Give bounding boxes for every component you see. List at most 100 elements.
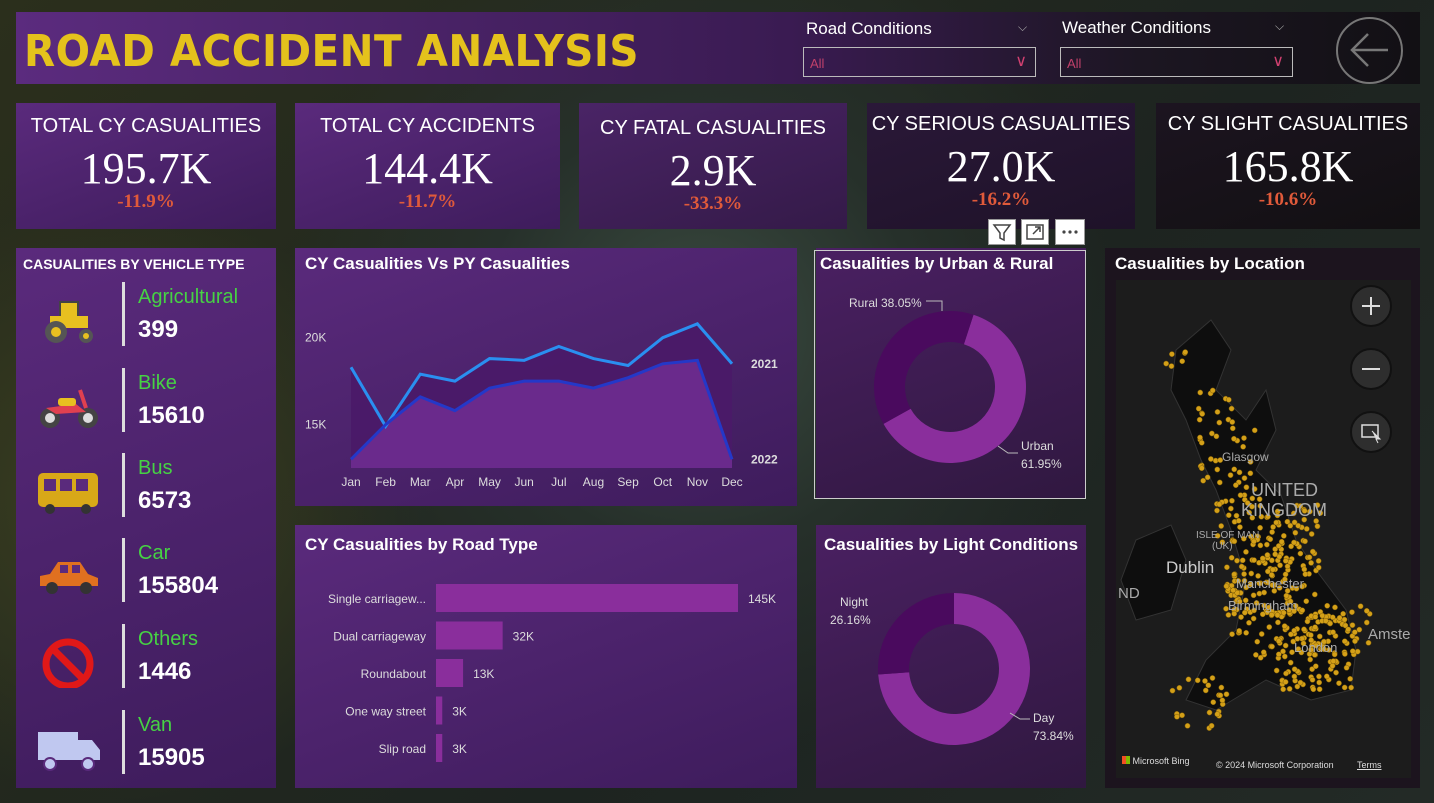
- location-point: [1292, 529, 1299, 536]
- location-point: [1169, 687, 1176, 694]
- select-area-button[interactable]: [1350, 411, 1392, 453]
- location-point: [1291, 627, 1298, 634]
- back-button[interactable]: [1336, 17, 1403, 84]
- location-point: [1225, 512, 1232, 519]
- location-point: [1297, 679, 1304, 686]
- location-point: [1176, 684, 1183, 691]
- location-map[interactable]: UNITED KINGDOM Dublin Manchester Birming…: [1116, 280, 1411, 778]
- location-point: [1291, 539, 1297, 546]
- location-point: [1277, 562, 1283, 569]
- location-point: [1218, 523, 1225, 529]
- location-point: [1282, 558, 1289, 564]
- zoom-out-button[interactable]: [1350, 348, 1392, 390]
- chevron-down-icon[interactable]: ⌵: [1018, 20, 1027, 35]
- x-tick-label: Jun: [515, 475, 534, 489]
- slice-rural: [874, 311, 974, 424]
- bar: [436, 621, 503, 650]
- focus-mode-icon[interactable]: [1021, 219, 1049, 245]
- bar: [436, 584, 738, 612]
- kpi-title: TOTAL CY ACCIDENTS: [320, 115, 535, 137]
- location-point: [1349, 609, 1355, 615]
- location-point: [1266, 624, 1273, 630]
- location-point: [1208, 456, 1214, 462]
- road-conditions-dropdown[interactable]: All ∨: [803, 47, 1036, 77]
- zoom-in-button[interactable]: [1350, 285, 1392, 327]
- location-point: [1316, 679, 1323, 686]
- data-label: 32K: [513, 630, 534, 644]
- location-point: [1216, 501, 1223, 508]
- category-label: Roundabout: [361, 667, 427, 681]
- road-type-chart[interactable]: Single carriagew... 145K Dual carriageway 3…: [295, 525, 797, 788]
- chevron-down-icon[interactable]: ⌵: [1275, 19, 1284, 34]
- location-point: [1231, 435, 1237, 442]
- location-point: [1243, 484, 1250, 491]
- vehicle-panel-title: CASUALITIES BY VEHICLE TYPE: [23, 256, 245, 272]
- kpi-delta: -10.6%: [1258, 189, 1318, 210]
- location-point: [1301, 626, 1307, 633]
- location-point: [1280, 533, 1287, 539]
- urban-rural-donut[interactable]: Rural 38.05% Urban 61.95%: [816, 248, 1086, 498]
- more-options-icon[interactable]: [1055, 219, 1085, 245]
- location-point: [1310, 686, 1317, 693]
- location-point: [1333, 669, 1339, 676]
- slice-night: [878, 593, 954, 675]
- night-label: Night: [840, 595, 869, 609]
- kpi-title: CY SLIGHT CASUALITIES: [1167, 113, 1409, 135]
- location-point: [1231, 466, 1238, 473]
- location-point: [1195, 405, 1202, 412]
- location-point: [1169, 351, 1175, 357]
- location-point: [1254, 638, 1261, 645]
- location-point: [1308, 560, 1314, 566]
- x-tick-label: Aug: [583, 475, 604, 489]
- trend-chart[interactable]: 15K 20K Jan Feb Mar Apr May Jun Jul Aug Sep Oct Nov D…: [295, 248, 797, 506]
- bing-logo: Microsoft Bing: [1122, 756, 1190, 766]
- kpi-value: 144.4K: [362, 144, 493, 193]
- location-point: [1347, 675, 1353, 682]
- location-point: [1228, 405, 1235, 412]
- light-conditions-donut[interactable]: Night 26.16% Day 73.84%: [816, 525, 1086, 788]
- van-icon: [38, 732, 100, 771]
- road-type-panel: CY Casualities by Road Type Single carri…: [295, 525, 797, 788]
- series-label-2022: 2022: [751, 452, 778, 466]
- vehicle-row-bus: Bus 6573: [16, 453, 276, 533]
- map-label: Glasgow: [1222, 450, 1269, 464]
- location-point: [1311, 591, 1318, 598]
- location-point: [1286, 685, 1293, 692]
- location-point: [1291, 666, 1298, 673]
- kpi-delta: -11.7%: [398, 191, 457, 212]
- location-point: [1240, 443, 1247, 450]
- location-point: [1260, 649, 1267, 656]
- location-point: [1283, 670, 1289, 677]
- divider: [122, 453, 125, 517]
- location-point: [1308, 531, 1315, 537]
- kpi-value: 2.9K: [669, 146, 757, 195]
- vehicle-name: Van: [138, 714, 173, 736]
- filter-icon[interactable]: [988, 219, 1016, 245]
- location-point: [1200, 477, 1207, 484]
- location-point: [1354, 648, 1361, 655]
- location-point: [1332, 604, 1338, 611]
- chevron-down-icon: ∨: [1015, 53, 1027, 70]
- location-point: [1233, 512, 1240, 519]
- location-point: [1299, 607, 1306, 614]
- location-point: [1304, 618, 1311, 625]
- vehicle-value: 155804: [138, 572, 219, 599]
- weather-conditions-dropdown[interactable]: All ∨: [1060, 47, 1293, 77]
- location-point: [1243, 629, 1249, 636]
- urban-rural-panel[interactable]: Casualities by Urban & Rural Rural 38.05…: [816, 248, 1086, 498]
- location-point: [1329, 662, 1336, 669]
- x-tick-label: Jan: [341, 475, 360, 489]
- location-point: [1236, 469, 1243, 476]
- location-point: [1179, 358, 1186, 365]
- kpi-card-slight-casualities: CY SLIGHT CASUALITIES 165.8K -10.6%: [1156, 103, 1420, 229]
- terms-link[interactable]: Terms: [1357, 760, 1382, 770]
- data-label: 13K: [473, 667, 494, 681]
- location-point: [1341, 638, 1348, 645]
- x-tick-label: Sep: [617, 475, 639, 489]
- location-point: [1223, 691, 1230, 698]
- divider: [122, 624, 125, 688]
- kpi-title: CY FATAL CASUALITIES: [600, 117, 826, 139]
- map-label: (UK): [1212, 541, 1233, 552]
- y-tick-label: 20K: [305, 331, 326, 345]
- location-point: [1275, 638, 1282, 644]
